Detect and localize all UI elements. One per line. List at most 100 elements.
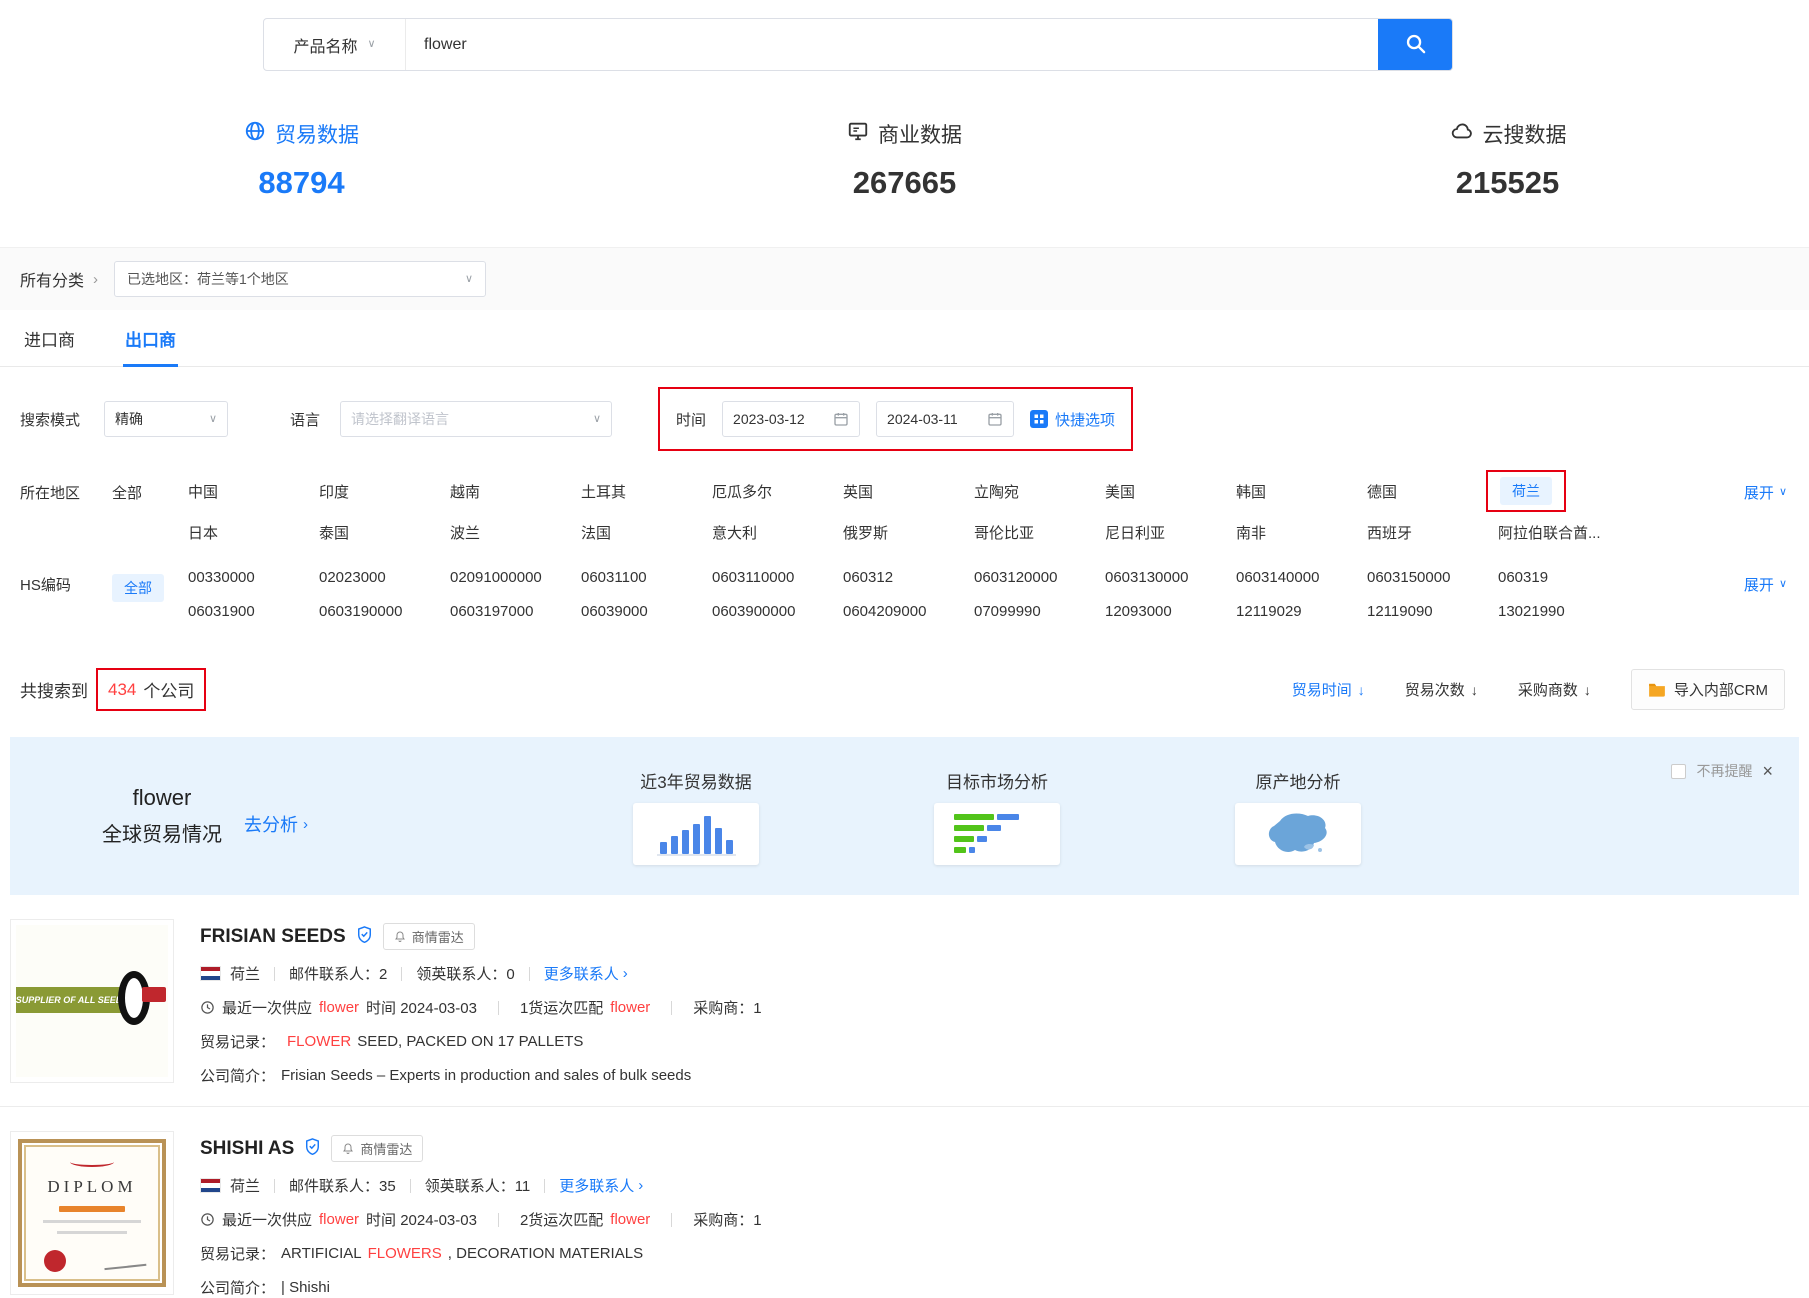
hs-option[interactable]: 0603900000	[712, 603, 843, 620]
hs-option-all-selected[interactable]: 全部	[112, 574, 164, 602]
date-to-input[interactable]: 2024-03-11	[876, 401, 1014, 437]
region-option[interactable]: 中国	[188, 481, 319, 502]
go-analyze-link[interactable]: 去分析 ›	[244, 811, 308, 837]
region-option[interactable]: 西班牙	[1367, 522, 1498, 543]
hs-option[interactable]: 0603197000	[450, 603, 581, 620]
badge-label: 商情雷达	[360, 1139, 412, 1158]
stat-cloud-data[interactable]: 云搜数据 215525	[1206, 119, 1809, 201]
supply-time: 时间 2024-03-03	[366, 997, 477, 1018]
hs-option[interactable]: 02023000	[319, 569, 450, 586]
quick-options-button[interactable]: 快捷选项	[1030, 409, 1115, 430]
region-option[interactable]: 波兰	[450, 522, 581, 543]
hs-option[interactable]: 0604209000	[843, 603, 974, 620]
arrow-down-icon: ↓	[1358, 682, 1365, 698]
hs-expand-button[interactable]: 展开 ∨	[1744, 574, 1787, 595]
region-option-netherlands-selected[interactable]: 荷兰	[1500, 477, 1552, 505]
hs-option[interactable]: 06039000	[581, 603, 712, 620]
expand-label: 展开	[1744, 574, 1774, 595]
region-option[interactable]: 南非	[1236, 522, 1367, 543]
region-option[interactable]: 立陶宛	[974, 481, 1105, 502]
hs-option[interactable]: 0603140000	[1236, 569, 1367, 586]
hs-option[interactable]: 12119090	[1367, 603, 1498, 620]
region-option[interactable]: 尼日利亚	[1105, 522, 1236, 543]
hs-option[interactable]: 00330000	[188, 569, 319, 586]
stat-trade-data[interactable]: 贸易数据 88794	[0, 119, 603, 201]
stat-business-data[interactable]: 商业数据 267665	[603, 119, 1206, 201]
logo-seal-shape	[44, 1250, 66, 1272]
more-contacts-link[interactable]: 更多联系人 ›	[544, 963, 628, 984]
region-option[interactable]: 韩国	[1236, 481, 1367, 502]
hs-option[interactable]: 0603190000	[319, 603, 450, 620]
promo-card-trade-data[interactable]: 近3年贸易数据	[633, 768, 759, 865]
selected-region-dropdown[interactable]: 已选地区：荷兰等1个地区 ∨	[114, 261, 486, 297]
hs-option[interactable]: 060312	[843, 569, 974, 586]
company-name[interactable]: FRISIAN SEEDS	[200, 926, 346, 948]
search-input[interactable]	[406, 19, 1378, 70]
region-option[interactable]: 德国	[1367, 481, 1498, 502]
region-option[interactable]: 日本	[188, 522, 319, 543]
dont-remind-checkbox[interactable]	[1671, 764, 1686, 779]
hs-option[interactable]: 060319	[1498, 569, 1629, 586]
trade-record-row: 贸易记录： FLOWER SEED, PACKED ON 17 PALLETS	[200, 1031, 762, 1052]
region-option[interactable]: 俄罗斯	[843, 522, 974, 543]
region-expand-button[interactable]: 展开 ∨	[1744, 482, 1787, 503]
region-option[interactable]: 土耳其	[581, 481, 712, 502]
more-contacts-link[interactable]: 更多联系人 ›	[559, 1175, 643, 1196]
hs-option[interactable]: 13021990	[1498, 603, 1629, 620]
hs-option[interactable]: 0603110000	[712, 569, 843, 586]
sort-trade-count[interactable]: 贸易次数 ↓	[1405, 679, 1478, 700]
hs-option[interactable]: 02091000000	[450, 569, 581, 586]
email-contacts: 邮件联系人：2	[289, 963, 387, 984]
sort-buyer-count[interactable]: 采购商数 ↓	[1518, 679, 1591, 700]
promo-card-origin-analysis[interactable]: 原产地分析	[1235, 768, 1361, 865]
region-option[interactable]: 泰国	[319, 522, 450, 543]
import-crm-button[interactable]: 导入内部CRM	[1631, 669, 1785, 710]
hs-option[interactable]: 0603120000	[974, 569, 1105, 586]
region-option[interactable]: 哥伦比亚	[974, 522, 1105, 543]
trade-record-row: 贸易记录： ARTIFICIAL FLOWERS , DECORATION MA…	[200, 1243, 762, 1264]
region-option[interactable]: 英国	[843, 481, 974, 502]
close-icon[interactable]: ×	[1762, 762, 1773, 780]
hs-option[interactable]: 12119029	[1236, 603, 1367, 620]
filters-panel: 搜索模式 精确 ∨ 语言 请选择翻译语言 ∨ 时间 2023-03-12 202…	[0, 367, 1809, 634]
search-button[interactable]	[1378, 19, 1452, 70]
clock-icon	[200, 1212, 215, 1227]
language-select[interactable]: 请选择翻译语言 ∨	[340, 401, 612, 437]
region-option-all[interactable]: 全部	[112, 485, 142, 502]
company-name[interactable]: SHISHI AS	[200, 1138, 294, 1160]
hs-option[interactable]: 07099990	[974, 603, 1105, 620]
region-option[interactable]: 阿拉伯联合酋...	[1498, 522, 1629, 543]
supply-info-row: 最近一次供应 flower 时间 2024-03-03 1货运次匹配 flowe…	[200, 997, 762, 1018]
sort-trade-time[interactable]: 贸易时间 ↓	[1292, 679, 1365, 700]
region-option[interactable]: 越南	[450, 481, 581, 502]
hs-filter-label: HS编码	[20, 569, 112, 620]
tab-exporter[interactable]: 出口商	[123, 310, 178, 366]
selected-region-label: 已选地区：荷兰等1个地区	[127, 269, 289, 289]
hs-option[interactable]: 0603130000	[1105, 569, 1236, 586]
divider	[498, 1213, 499, 1227]
search-bar: 产品名称 ∨	[263, 18, 1453, 71]
company-profile-row: 公司简介： Frisian Seeds – Experts in product…	[200, 1065, 762, 1086]
promo-card-title: 原产地分析	[1235, 768, 1361, 793]
date-from-input[interactable]: 2023-03-12	[722, 401, 860, 437]
company-logo[interactable]: DIPLOM	[10, 1131, 174, 1295]
search-mode-select[interactable]: 精确 ∨	[104, 401, 228, 437]
hs-option[interactable]: 06031100	[581, 569, 712, 586]
region-option[interactable]: 法国	[581, 522, 712, 543]
region-option[interactable]: 厄瓜多尔	[712, 481, 843, 502]
region-option[interactable]: 意大利	[712, 522, 843, 543]
hs-option[interactable]: 0603150000	[1367, 569, 1498, 586]
business-radar-badge[interactable]: 商情雷达	[383, 923, 475, 950]
business-radar-badge[interactable]: 商情雷达	[331, 1135, 423, 1162]
region-option[interactable]: 美国	[1105, 481, 1236, 502]
search-category-dropdown[interactable]: 产品名称 ∨	[264, 19, 406, 70]
company-logo[interactable]: SUPPLIER OF ALL SEEDS	[10, 919, 174, 1083]
language-placeholder: 请选择翻译语言	[351, 409, 449, 429]
hs-option[interactable]: 06031900	[188, 603, 319, 620]
breadcrumb[interactable]: 所有分类 ›	[20, 267, 98, 291]
promo-card-target-market[interactable]: 目标市场分析	[934, 768, 1060, 865]
region-option[interactable]: 印度	[319, 481, 450, 502]
tab-importer[interactable]: 进口商	[22, 310, 77, 366]
horizontal-bar-chart-thumbnail	[934, 803, 1060, 865]
hs-option[interactable]: 12093000	[1105, 603, 1236, 620]
